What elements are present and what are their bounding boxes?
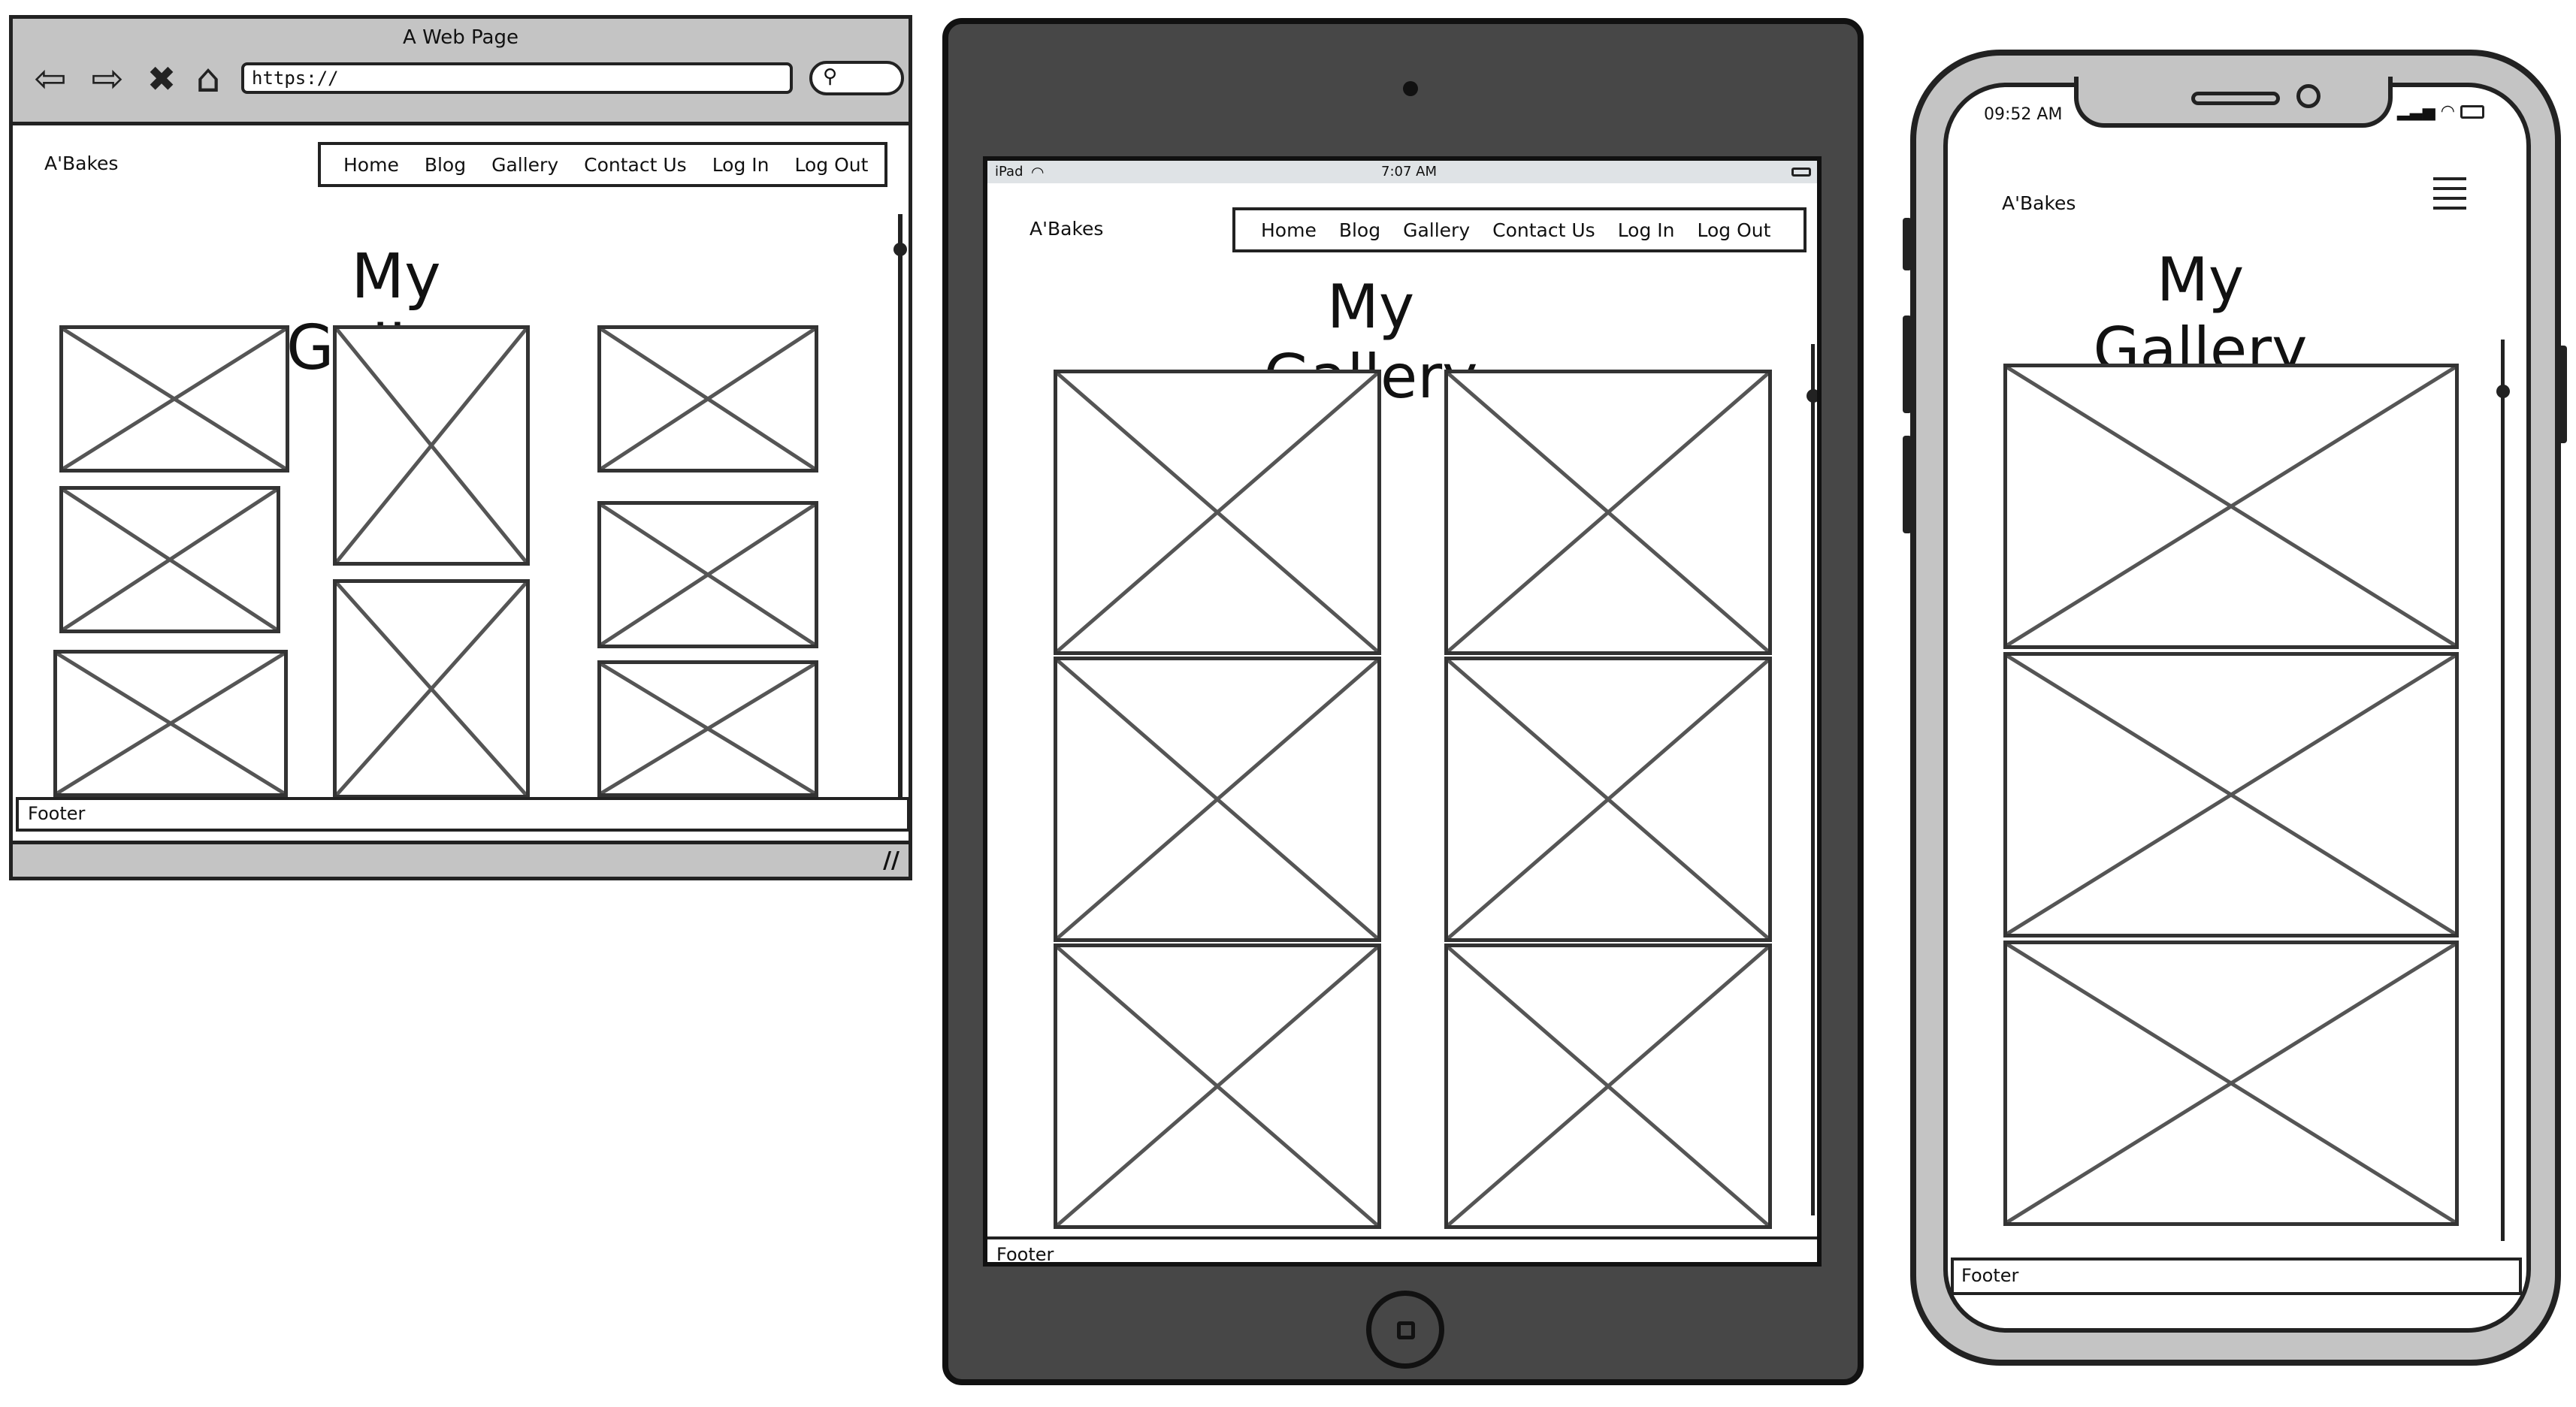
scrollbar-thumb[interactable] [893, 243, 907, 256]
phone-camera [2296, 84, 2321, 108]
image-placeholder[interactable] [1054, 944, 1381, 1229]
status-time: 09:52 AM [1984, 105, 2063, 124]
footer: Footer [987, 1236, 1817, 1262]
volume-up-button[interactable] [1903, 316, 1912, 413]
image-placeholder[interactable] [2003, 941, 2459, 1226]
search-button[interactable]: ⚲ [809, 61, 904, 95]
image-placeholder[interactable] [1444, 944, 1772, 1229]
scrollbar[interactable] [2501, 340, 2505, 1241]
nav-blog[interactable]: Blog [425, 154, 466, 176]
wifi-icon: ◠ [2440, 102, 2455, 121]
image-placeholder[interactable] [597, 325, 818, 473]
forward-icon[interactable]: ⇨ [85, 56, 130, 101]
resize-handle-icon[interactable]: // [883, 847, 899, 874]
desktop-browser-window: A Web Page ⇦ ⇨ ✖ ⌂ https:// ⚲ A'Bakes Ho… [9, 15, 912, 880]
nav-log-in[interactable]: Log In [712, 154, 769, 176]
home-square-icon [1397, 1321, 1415, 1339]
main-nav: Home Blog Gallery Contact Us Log In Log … [1232, 207, 1807, 252]
window-title: A Web Page [403, 26, 519, 49]
volume-down-button[interactable] [1903, 436, 1912, 533]
brand-logo[interactable]: A'Bakes [44, 152, 118, 174]
power-button[interactable] [2558, 346, 2567, 443]
nav-log-out[interactable]: Log Out [1698, 219, 1771, 241]
tablet-camera [1403, 81, 1418, 96]
footer: Footer [1951, 1258, 2522, 1295]
phone-screen: A'Bakes My Gallery [1943, 83, 2531, 1333]
home-icon[interactable]: ⌂ [186, 56, 231, 101]
wifi-icon: ◠ [1031, 163, 1045, 181]
tablet-screen: iPad ◠ 7:07 AM A'Bakes Home Blog Gallery… [983, 156, 1822, 1267]
brand-logo[interactable]: A'Bakes [2002, 192, 2076, 214]
phone-speaker [2191, 92, 2280, 105]
scrollbar[interactable] [1811, 344, 1815, 1215]
battery-icon [2460, 105, 2484, 119]
image-placeholder[interactable] [597, 660, 818, 797]
nav-blog[interactable]: Blog [1339, 219, 1380, 241]
image-placeholder[interactable] [597, 501, 818, 648]
status-icons: ▂▃▅ ◠ [2397, 102, 2484, 121]
scrollbar-thumb[interactable] [1807, 389, 1817, 403]
search-icon: ⚲ [823, 65, 838, 88]
nav-gallery[interactable]: Gallery [491, 154, 558, 176]
device-label: iPad [995, 164, 1023, 180]
signal-icon: ▂▃▅ [2397, 102, 2435, 121]
image-placeholder[interactable] [59, 325, 289, 473]
image-placeholder[interactable] [333, 579, 530, 799]
image-placeholder[interactable] [2003, 652, 2459, 937]
image-placeholder[interactable] [2003, 364, 2459, 649]
browser-status-bar: // [13, 841, 909, 877]
url-bar[interactable]: https:// [241, 62, 793, 94]
footer: Footer [16, 797, 910, 832]
image-placeholder[interactable] [1444, 657, 1772, 942]
side-button[interactable] [1903, 218, 1912, 270]
image-placeholder[interactable] [59, 486, 280, 633]
image-placeholder[interactable] [1054, 657, 1381, 942]
nav-log-in[interactable]: Log In [1618, 219, 1675, 241]
scrollbar-thumb[interactable] [2496, 385, 2510, 398]
image-placeholder[interactable] [1444, 370, 1772, 655]
close-icon[interactable]: ✖ [139, 56, 184, 101]
back-icon[interactable]: ⇦ [28, 56, 73, 101]
tablet-device: iPad ◠ 7:07 AM A'Bakes Home Blog Gallery… [942, 18, 1864, 1385]
image-placeholder[interactable] [333, 325, 530, 566]
nav-contact-us[interactable]: Contact Us [584, 154, 687, 176]
nav-log-out[interactable]: Log Out [795, 154, 869, 176]
image-placeholder[interactable] [1054, 370, 1381, 655]
image-placeholder[interactable] [53, 650, 288, 797]
browser-toolbar: A Web Page ⇦ ⇨ ✖ ⌂ https:// ⚲ [13, 19, 909, 125]
battery-icon [1791, 168, 1811, 177]
nav-home[interactable]: Home [1261, 219, 1317, 241]
main-nav: Home Blog Gallery Contact Us Log In Log … [318, 142, 887, 187]
nav-gallery[interactable]: Gallery [1403, 219, 1470, 241]
status-time: 7:07 AM [1381, 164, 1437, 180]
scrollbar[interactable] [898, 214, 903, 800]
brand-logo[interactable]: A'Bakes [1029, 218, 1103, 240]
home-button[interactable] [1366, 1291, 1444, 1369]
tablet-status-bar: iPad ◠ 7:07 AM [987, 161, 1817, 183]
nav-contact-us[interactable]: Contact Us [1492, 219, 1595, 241]
hamburger-menu-icon[interactable] [2433, 177, 2466, 216]
nav-home[interactable]: Home [343, 154, 399, 176]
